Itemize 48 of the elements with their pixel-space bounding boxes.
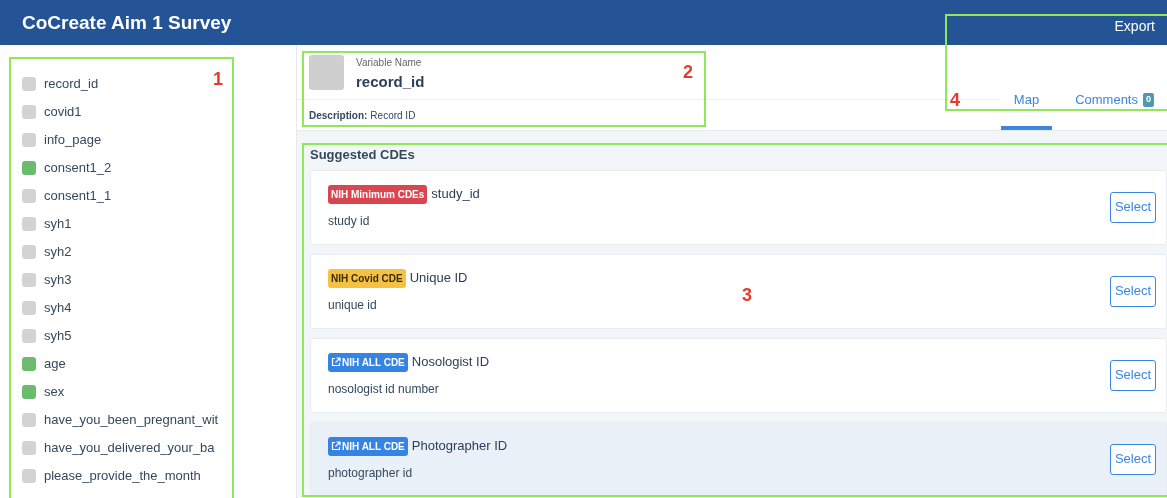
- cde-name: Unique ID: [409, 269, 468, 288]
- variable-item[interactable]: please_provide_the_month: [22, 462, 201, 490]
- source-badge: NIH Minimum CDEs: [328, 184, 428, 204]
- source-badge: NIH Covid CDE: [328, 268, 406, 288]
- source-badge: NIH ALL CDE: [328, 352, 408, 372]
- annotation-number: 3: [742, 284, 752, 307]
- variable-item[interactable]: syh1: [22, 210, 72, 238]
- variable-item[interactable]: record_id: [22, 70, 99, 98]
- cde-description: unique id: [328, 296, 378, 314]
- cde-description: study id: [328, 212, 371, 230]
- annotation-number: 2: [683, 61, 693, 84]
- external-link-icon: [331, 441, 341, 451]
- external-link-icon: [331, 357, 341, 367]
- variable-item[interactable]: consent1_2: [22, 154, 112, 182]
- select-button[interactable]: Select: [1110, 359, 1156, 391]
- tab[interactable]: Comments 0: [1062, 74, 1167, 130]
- description-text: Record ID: [370, 109, 416, 123]
- description-label: Description:: [309, 109, 368, 123]
- variable-item[interactable]: syh4: [22, 294, 72, 322]
- variable-item[interactable]: covid1: [22, 98, 82, 126]
- cde-name: Nosologist ID: [411, 353, 490, 372]
- variable-caption: Variable Name: [356, 56, 423, 70]
- variable-item[interactable]: sex: [22, 378, 65, 406]
- variable-item[interactable]: syh3: [22, 266, 72, 294]
- variable-thumbnail: [309, 55, 344, 90]
- cde-name: Photographer ID: [411, 437, 508, 456]
- annotation-number: 4: [950, 89, 960, 112]
- tab[interactable]: Map: [1000, 74, 1053, 130]
- section-title: Suggested CDEs: [310, 146, 416, 164]
- export-button[interactable]: Export: [1114, 16, 1155, 37]
- variable-item[interactable]: syh5: [22, 322, 72, 350]
- cde-description: photographer id: [328, 464, 414, 482]
- select-button[interactable]: Select: [1110, 275, 1156, 307]
- select-button[interactable]: Select: [1110, 443, 1156, 475]
- count-badge: 0: [1143, 93, 1154, 107]
- variable-item[interactable]: info_page: [22, 126, 102, 154]
- source-badge: NIH ALL CDE: [328, 436, 408, 456]
- variable-item[interactable]: consent1_1: [22, 182, 112, 210]
- cde-name: study_id: [431, 185, 480, 204]
- app-title: CoCreate Aim 1 Survey: [22, 11, 232, 36]
- annotation-number: 1: [213, 68, 223, 91]
- select-button[interactable]: Select: [1110, 191, 1156, 223]
- variable-name: record_id: [356, 72, 425, 92]
- variable-item[interactable]: age: [22, 350, 66, 378]
- variable-item[interactable]: have_you_delivered_your_ba: [22, 434, 215, 462]
- variable-item[interactable]: have_you_been_pregnant_wit: [22, 406, 219, 434]
- cde-description: nosologist id number: [328, 380, 440, 398]
- variable-item[interactable]: syh2: [22, 238, 72, 266]
